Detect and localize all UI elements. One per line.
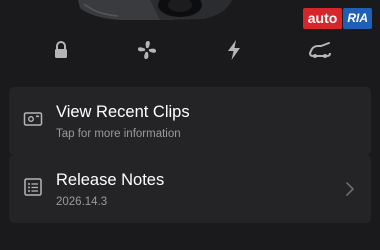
clips-title: View Recent Clips	[56, 103, 190, 121]
view-recent-clips-card[interactable]: View Recent Clips Tap for more informati…	[9, 87, 371, 155]
trunk-button[interactable]	[306, 36, 334, 64]
clips-subtitle: Tap for more information	[56, 128, 181, 140]
fan-icon	[138, 41, 156, 59]
watermark-logo: auto RIA	[302, 7, 372, 29]
bolt-icon	[228, 40, 240, 60]
quick-controls-row	[0, 36, 380, 64]
dashcam-icon	[23, 112, 43, 126]
charge-button[interactable]	[220, 36, 248, 64]
lock-icon	[55, 41, 67, 58]
trunk-open-icon	[309, 42, 331, 58]
watermark-auto: auto	[302, 7, 343, 29]
chevron-right-icon	[346, 182, 354, 196]
climate-button[interactable]	[133, 36, 161, 64]
release-notes-card[interactable]: Release Notes 2026.14.3	[9, 155, 371, 223]
release-notes-version: 2026.14.3	[56, 196, 108, 208]
release-notes-title: Release Notes	[56, 171, 165, 189]
lock-button[interactable]	[47, 36, 75, 64]
watermark-ria: RIA	[343, 7, 372, 29]
notes-list-icon	[24, 178, 42, 196]
